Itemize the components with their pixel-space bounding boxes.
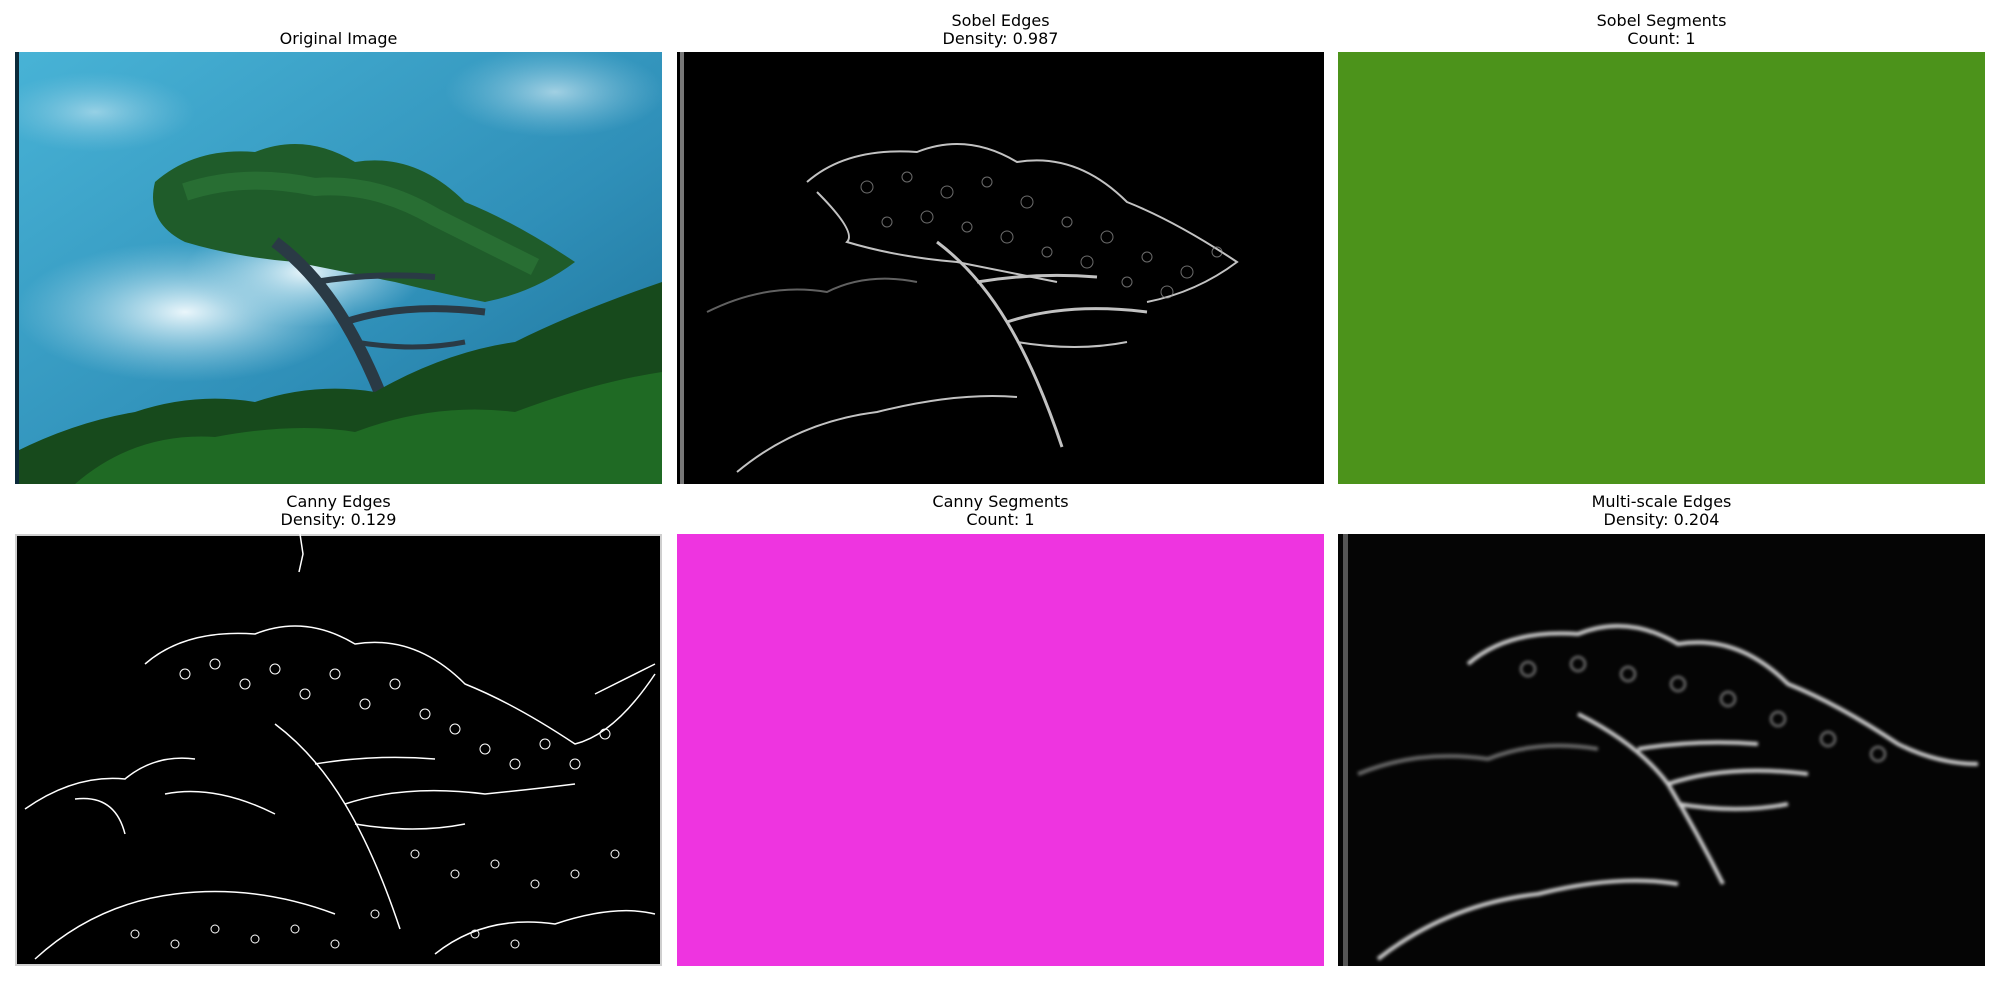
original-image bbox=[15, 52, 662, 484]
multiscale-edges-image bbox=[1338, 534, 1985, 966]
canny-segments-image bbox=[677, 534, 1324, 966]
sobel-segments-title: Sobel Segments bbox=[1596, 11, 1727, 30]
canny-edges-image bbox=[15, 534, 662, 966]
sobel-edges-title: Sobel Edges bbox=[951, 11, 1050, 30]
multiscale-edges-density: Density: 0.204 bbox=[1603, 510, 1720, 529]
panel-title-multiscale-edges: Multi-scale Edges Density: 0.204 bbox=[1338, 493, 1985, 529]
canny-edges-density: Density: 0.129 bbox=[280, 510, 397, 529]
tree-photo bbox=[15, 52, 662, 484]
multiscale-edge-map bbox=[1338, 534, 1985, 966]
panel-title-sobel-edges: Sobel Edges Density: 0.987 bbox=[677, 12, 1324, 48]
sobel-segments-count: Count: 1 bbox=[1627, 29, 1696, 48]
canny-edges-title: Canny Edges bbox=[286, 492, 391, 511]
panel-title-original: Original Image bbox=[15, 30, 662, 48]
panel-title-canny-edges: Canny Edges Density: 0.129 bbox=[15, 493, 662, 529]
canny-edge-map bbox=[15, 534, 662, 966]
canny-segments-fill bbox=[677, 534, 1324, 966]
canny-segments-title: Canny Segments bbox=[932, 492, 1069, 511]
original-image-title: Original Image bbox=[279, 29, 398, 48]
sobel-segments-fill bbox=[1338, 52, 1985, 484]
sobel-edge-map bbox=[677, 52, 1324, 484]
sobel-edges-density: Density: 0.987 bbox=[942, 29, 1059, 48]
multiscale-edges-title: Multi-scale Edges bbox=[1591, 492, 1732, 511]
panel-title-sobel-segments: Sobel Segments Count: 1 bbox=[1338, 12, 1985, 48]
sobel-segments-image bbox=[1338, 52, 1985, 484]
sobel-edges-image bbox=[677, 52, 1324, 484]
panel-title-canny-segments: Canny Segments Count: 1 bbox=[677, 493, 1324, 529]
canny-segments-count: Count: 1 bbox=[966, 510, 1035, 529]
